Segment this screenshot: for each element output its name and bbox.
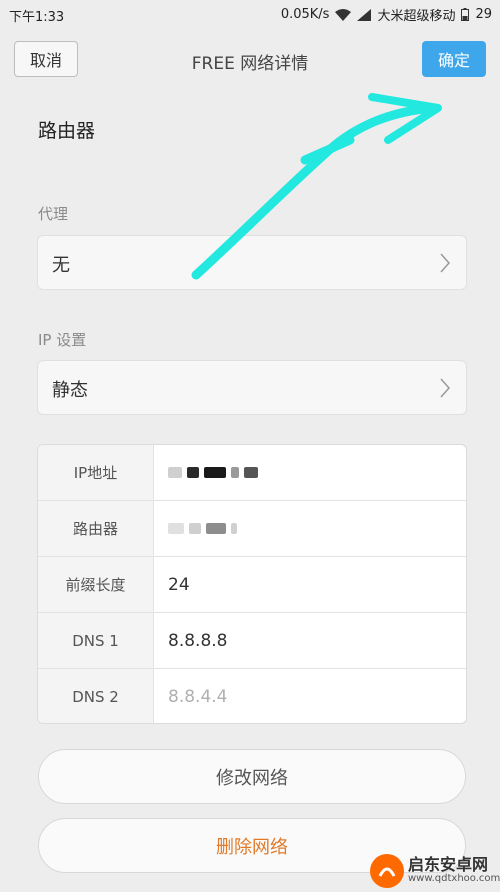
- watermark-name: 启东安卓网: [408, 854, 489, 874]
- watermark-url: www.qdtxhoo.com: [408, 872, 500, 884]
- watermark-logo: [370, 853, 404, 888]
- annotation-arrow: [191, 93, 442, 280]
- watermark: 启东安卓网 www.qdtxhoo.com: [370, 852, 500, 889]
